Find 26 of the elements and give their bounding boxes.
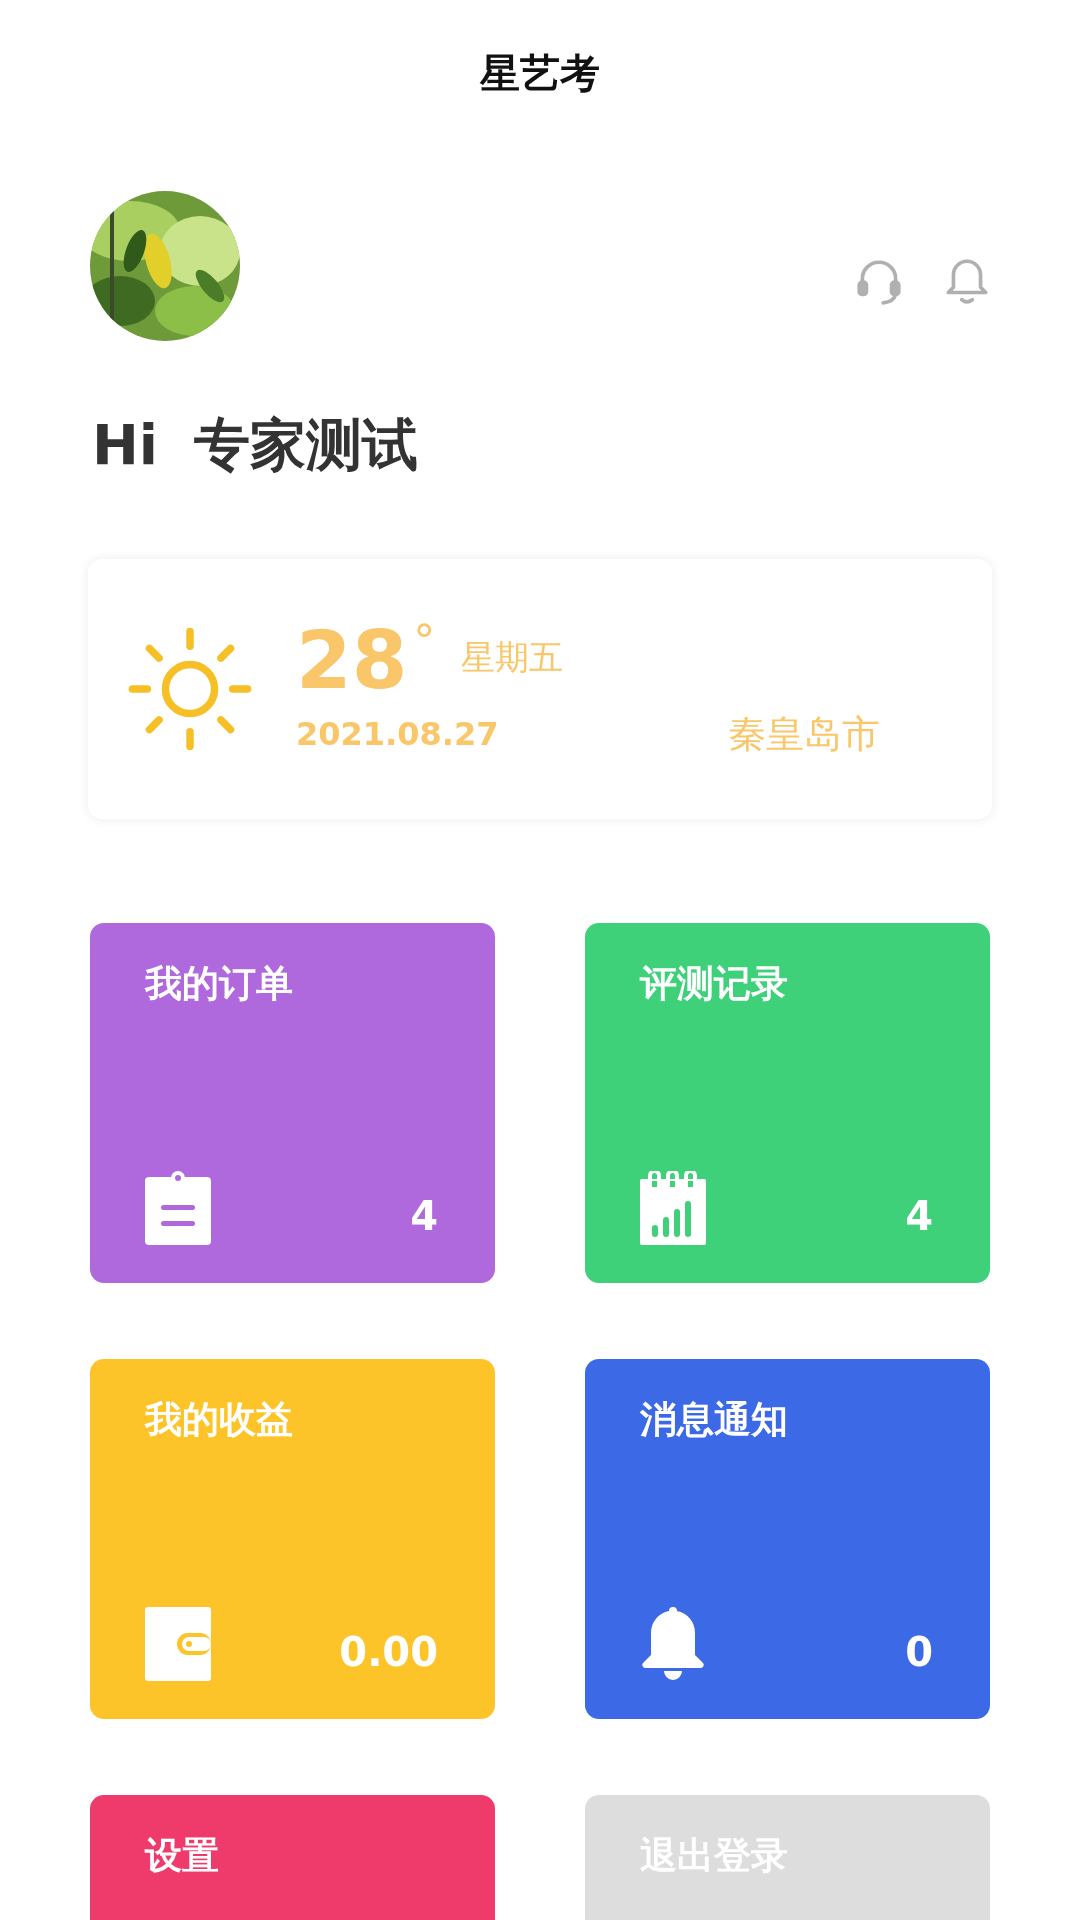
wallet-icon bbox=[145, 1607, 211, 1681]
tile-title: 评测记录 bbox=[640, 961, 789, 1007]
tile-count: 0.00 bbox=[339, 1629, 438, 1675]
tile-count: 4 bbox=[410, 1193, 438, 1239]
clipboard-icon bbox=[145, 1171, 211, 1245]
bell-icon bbox=[640, 1607, 706, 1681]
city: 秦皇岛市 bbox=[728, 710, 881, 758]
tile-count: 4 bbox=[905, 1193, 933, 1239]
degree-sign: ° bbox=[413, 618, 436, 663]
menu-tile[interactable]: 我的订单 4 bbox=[90, 923, 495, 1283]
app-title: 星艺考 bbox=[480, 48, 600, 98]
calendar-chart-icon bbox=[640, 1171, 706, 1245]
tile-title: 我的收益 bbox=[145, 1397, 294, 1443]
user-name: 专家测试 bbox=[194, 411, 419, 479]
tile-title: 我的订单 bbox=[145, 961, 294, 1007]
menu-tile[interactable]: 评测记录 4 bbox=[585, 923, 990, 1283]
sun-icon bbox=[126, 625, 254, 753]
tile-count: 0 bbox=[905, 1629, 933, 1675]
menu-tile[interactable]: 消息通知 0 bbox=[585, 1359, 990, 1719]
weekday: 星期五 bbox=[461, 635, 564, 679]
date: 2021.08.27 bbox=[296, 715, 499, 753]
tile-title: 设置 bbox=[145, 1833, 220, 1879]
menu-tile[interactable]: 设置 bbox=[90, 1795, 495, 1920]
tile-title: 消息通知 bbox=[640, 1397, 789, 1443]
greeting-text: Hi bbox=[92, 411, 159, 479]
temperature: 28 bbox=[296, 618, 408, 703]
